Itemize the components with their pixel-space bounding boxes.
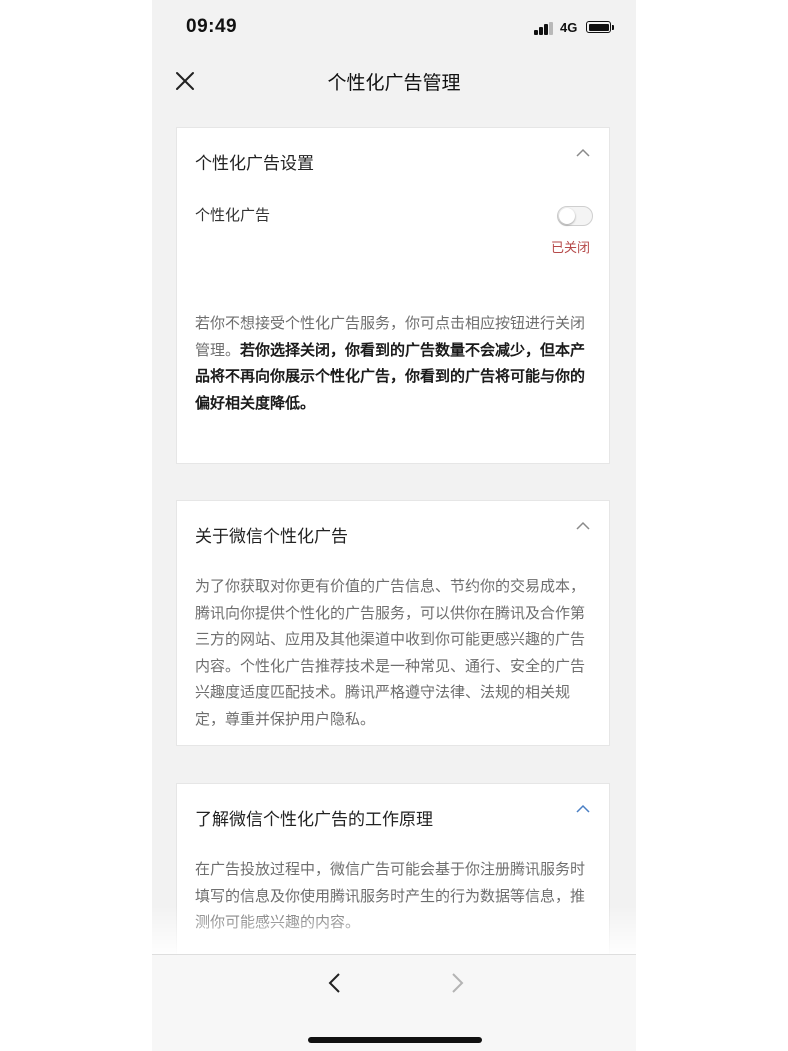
card-about-wechat-ads: 关于微信个性化广告 为了你获取对你更有价值的广告信息、节约你的交易成本，腾讯向你… <box>176 500 610 746</box>
network-type: 4G <box>560 20 578 35</box>
battery-icon <box>586 21 611 33</box>
scroll-fade <box>152 906 636 954</box>
card-title: 关于微信个性化广告 <box>195 527 348 547</box>
status-bar: 09:49 4G <box>152 0 636 56</box>
content-scroll[interactable]: 个性化广告设置 个性化广告 已关闭 若你不想接受个性化广告服务，你可点击相应按钮… <box>152 106 636 954</box>
phone-screen: 09:49 4G 个性化广告管理 个性化广告设置 个性化广告 已关闭 若你不想接… <box>152 0 636 1051</box>
forward-arrow-icon <box>444 971 468 995</box>
card-description: 若你不想接受个性化广告服务，你可点击相应按钮进行关闭管理。若你选择关闭，你看到的… <box>195 310 595 416</box>
status-time: 09:49 <box>186 16 238 37</box>
page-title: 个性化广告管理 <box>327 72 461 94</box>
signal-icon <box>534 22 556 35</box>
chevron-up-icon[interactable] <box>575 516 591 530</box>
toggle-status-text: 已关闭 <box>551 241 591 256</box>
chevron-up-icon[interactable] <box>575 143 591 157</box>
battery-tip <box>612 25 614 30</box>
bottom-toolbar <box>152 954 636 1051</box>
setting-label-personalized-ads: 个性化广告 <box>195 206 271 224</box>
card-title: 了解微信个性化广告的工作原理 <box>195 810 433 830</box>
nav-bar: 个性化广告管理 <box>152 56 636 106</box>
back-arrow-icon[interactable] <box>324 971 348 995</box>
card-ad-settings: 个性化广告设置 个性化广告 已关闭 若你不想接受个性化广告服务，你可点击相应按钮… <box>176 127 610 464</box>
description-bold: 若你选择关闭，你看到的广告数量不会减少，但本产品将不再向你展示个性化广告，你看到… <box>195 340 586 412</box>
card-description: 为了你获取对你更有价值的广告信息、节约你的交易成本，腾讯向你提供个性化的广告服务… <box>195 577 586 728</box>
chevron-up-icon[interactable] <box>575 799 591 813</box>
personalized-ads-toggle[interactable] <box>557 206 593 226</box>
card-title: 个性化广告设置 <box>195 154 314 174</box>
home-indicator[interactable] <box>308 1037 482 1043</box>
